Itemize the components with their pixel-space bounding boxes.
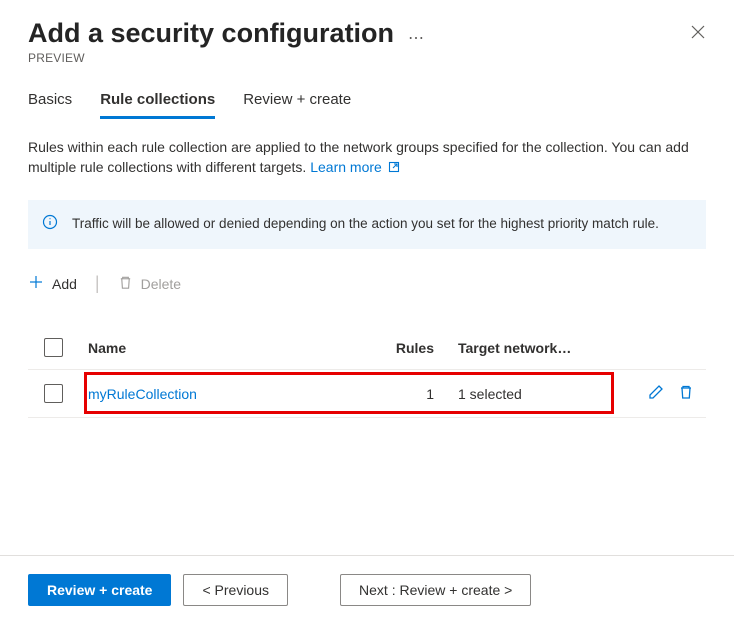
next-button[interactable]: Next : Review + create > bbox=[340, 574, 531, 606]
row-checkbox[interactable] bbox=[44, 384, 63, 403]
delete-button[interactable]: Delete bbox=[118, 275, 181, 293]
close-icon[interactable] bbox=[690, 18, 706, 43]
col-target: Target network… bbox=[458, 340, 608, 356]
description: Rules within each rule collection are ap… bbox=[28, 137, 706, 178]
row-name-link[interactable]: myRuleCollection bbox=[88, 386, 368, 402]
trash-icon bbox=[118, 275, 133, 293]
info-icon bbox=[42, 214, 58, 236]
add-button[interactable]: Add bbox=[28, 274, 77, 293]
toolbar-separator: | bbox=[95, 273, 100, 294]
tab-basics[interactable]: Basics bbox=[28, 91, 72, 119]
col-name: Name bbox=[88, 340, 368, 356]
tab-rule-collections[interactable]: Rule collections bbox=[100, 91, 215, 119]
info-text: Traffic will be allowed or denied depend… bbox=[72, 216, 659, 231]
table-row: myRuleCollection 1 1 selected bbox=[28, 370, 706, 418]
add-label: Add bbox=[52, 276, 77, 292]
more-icon[interactable]: ⋯ bbox=[408, 20, 425, 48]
col-rules: Rules bbox=[368, 340, 458, 356]
delete-label: Delete bbox=[141, 276, 181, 292]
select-all-checkbox[interactable] bbox=[44, 338, 63, 357]
toolbar: Add | Delete bbox=[28, 273, 706, 294]
footer: Review + create < Previous Next : Review… bbox=[0, 555, 734, 624]
table: Name Rules Target network… myRuleCollect… bbox=[28, 338, 706, 418]
previous-button[interactable]: < Previous bbox=[183, 574, 288, 606]
tabs: Basics Rule collections Review + create bbox=[28, 91, 706, 119]
review-create-button[interactable]: Review + create bbox=[28, 574, 171, 606]
info-box: Traffic will be allowed or denied depend… bbox=[28, 200, 706, 250]
row-rules: 1 bbox=[368, 386, 458, 402]
tab-review-create[interactable]: Review + create bbox=[243, 91, 351, 119]
preview-badge: PREVIEW bbox=[28, 51, 425, 65]
learn-more-link[interactable]: Learn more bbox=[310, 159, 399, 175]
page-title: Add a security configuration bbox=[28, 18, 394, 49]
plus-icon bbox=[28, 274, 44, 293]
table-header: Name Rules Target network… bbox=[28, 338, 706, 370]
delete-row-icon[interactable] bbox=[678, 384, 694, 403]
row-target: 1 selected bbox=[458, 386, 608, 402]
edit-icon[interactable] bbox=[648, 384, 664, 403]
